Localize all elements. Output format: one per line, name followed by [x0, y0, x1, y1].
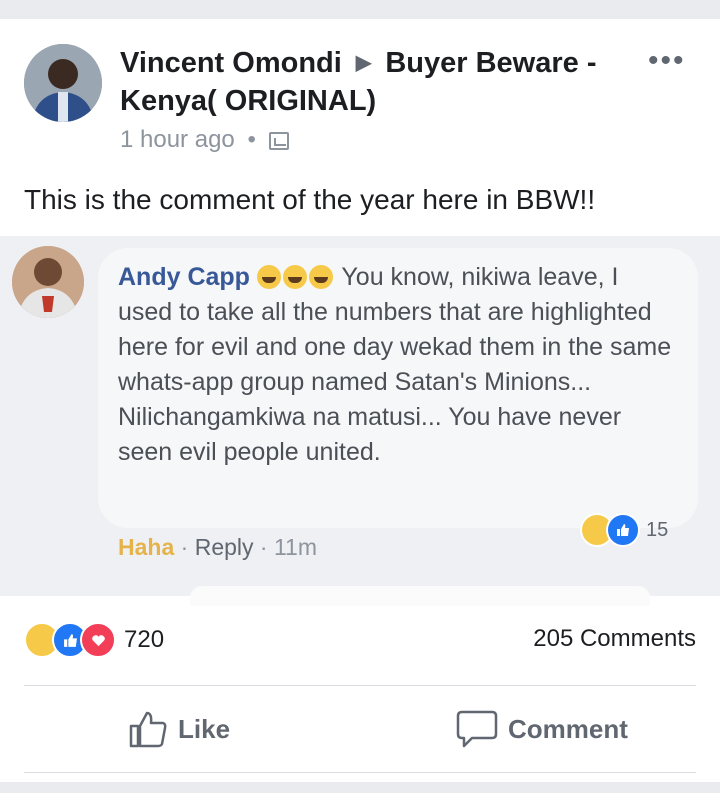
- photo-icon: [268, 132, 289, 150]
- next-comment-partial: [190, 586, 650, 606]
- divider: [24, 685, 696, 686]
- top-separator-bar: [0, 0, 720, 19]
- love-reaction-icon: [80, 622, 116, 658]
- comment-reply-button: Reply: [194, 534, 254, 560]
- more-options-icon[interactable]: •••: [648, 44, 686, 78]
- post-text: This is the comment of the year here in …: [24, 184, 596, 215]
- comment-reactions: 15: [580, 513, 668, 547]
- action-separator: ·: [259, 534, 268, 560]
- commenter-avatar: [12, 246, 84, 318]
- comment-actions: Haha · Reply · 11m: [118, 534, 317, 561]
- like-button[interactable]: Like: [128, 704, 230, 754]
- thumbs-up-icon: [129, 711, 167, 748]
- post-meta: 1 hour ago •: [120, 126, 289, 154]
- like-reaction-icon: [606, 513, 640, 547]
- comment-bubble: Andy Capp You know, nikiwa leave, I used…: [98, 248, 698, 528]
- author-name[interactable]: Vincent Omondi: [120, 47, 342, 79]
- comment-button[interactable]: Comment: [456, 704, 628, 754]
- meta-separator: •: [247, 126, 256, 153]
- author-avatar[interactable]: [24, 44, 102, 122]
- speech-bubble-icon: [456, 710, 498, 748]
- arrow-icon: ▶: [355, 52, 372, 74]
- comment-body: Andy Capp You know, nikiwa leave, I used…: [118, 260, 678, 470]
- comment-text: You know, nikiwa leave, I used to take a…: [118, 263, 672, 466]
- like-label: Like: [178, 713, 231, 744]
- bottom-separator-bar: [0, 782, 720, 793]
- post-header: Vincent Omondi ▶ Buyer Beware - Kenya( O…: [120, 44, 620, 120]
- laughing-emoji-icon: [308, 265, 333, 289]
- comment-reaction-count: 15: [646, 518, 669, 541]
- reaction-count: 720: [124, 626, 165, 653]
- laughing-emoji-icon: [256, 265, 281, 289]
- comments-count[interactable]: 205 Comments: [533, 625, 696, 653]
- comment-time: 11m: [273, 534, 318, 560]
- comment-haha-button: Haha: [118, 534, 175, 560]
- divider: [24, 772, 696, 773]
- action-separator: ·: [180, 534, 189, 560]
- post-time[interactable]: 1 hour ago: [120, 126, 235, 153]
- comment-label: Comment: [508, 713, 628, 744]
- post-reactions[interactable]: 720: [24, 622, 164, 658]
- laughing-emoji-icon: [282, 265, 307, 289]
- commenter-name: Andy Capp: [118, 263, 250, 291]
